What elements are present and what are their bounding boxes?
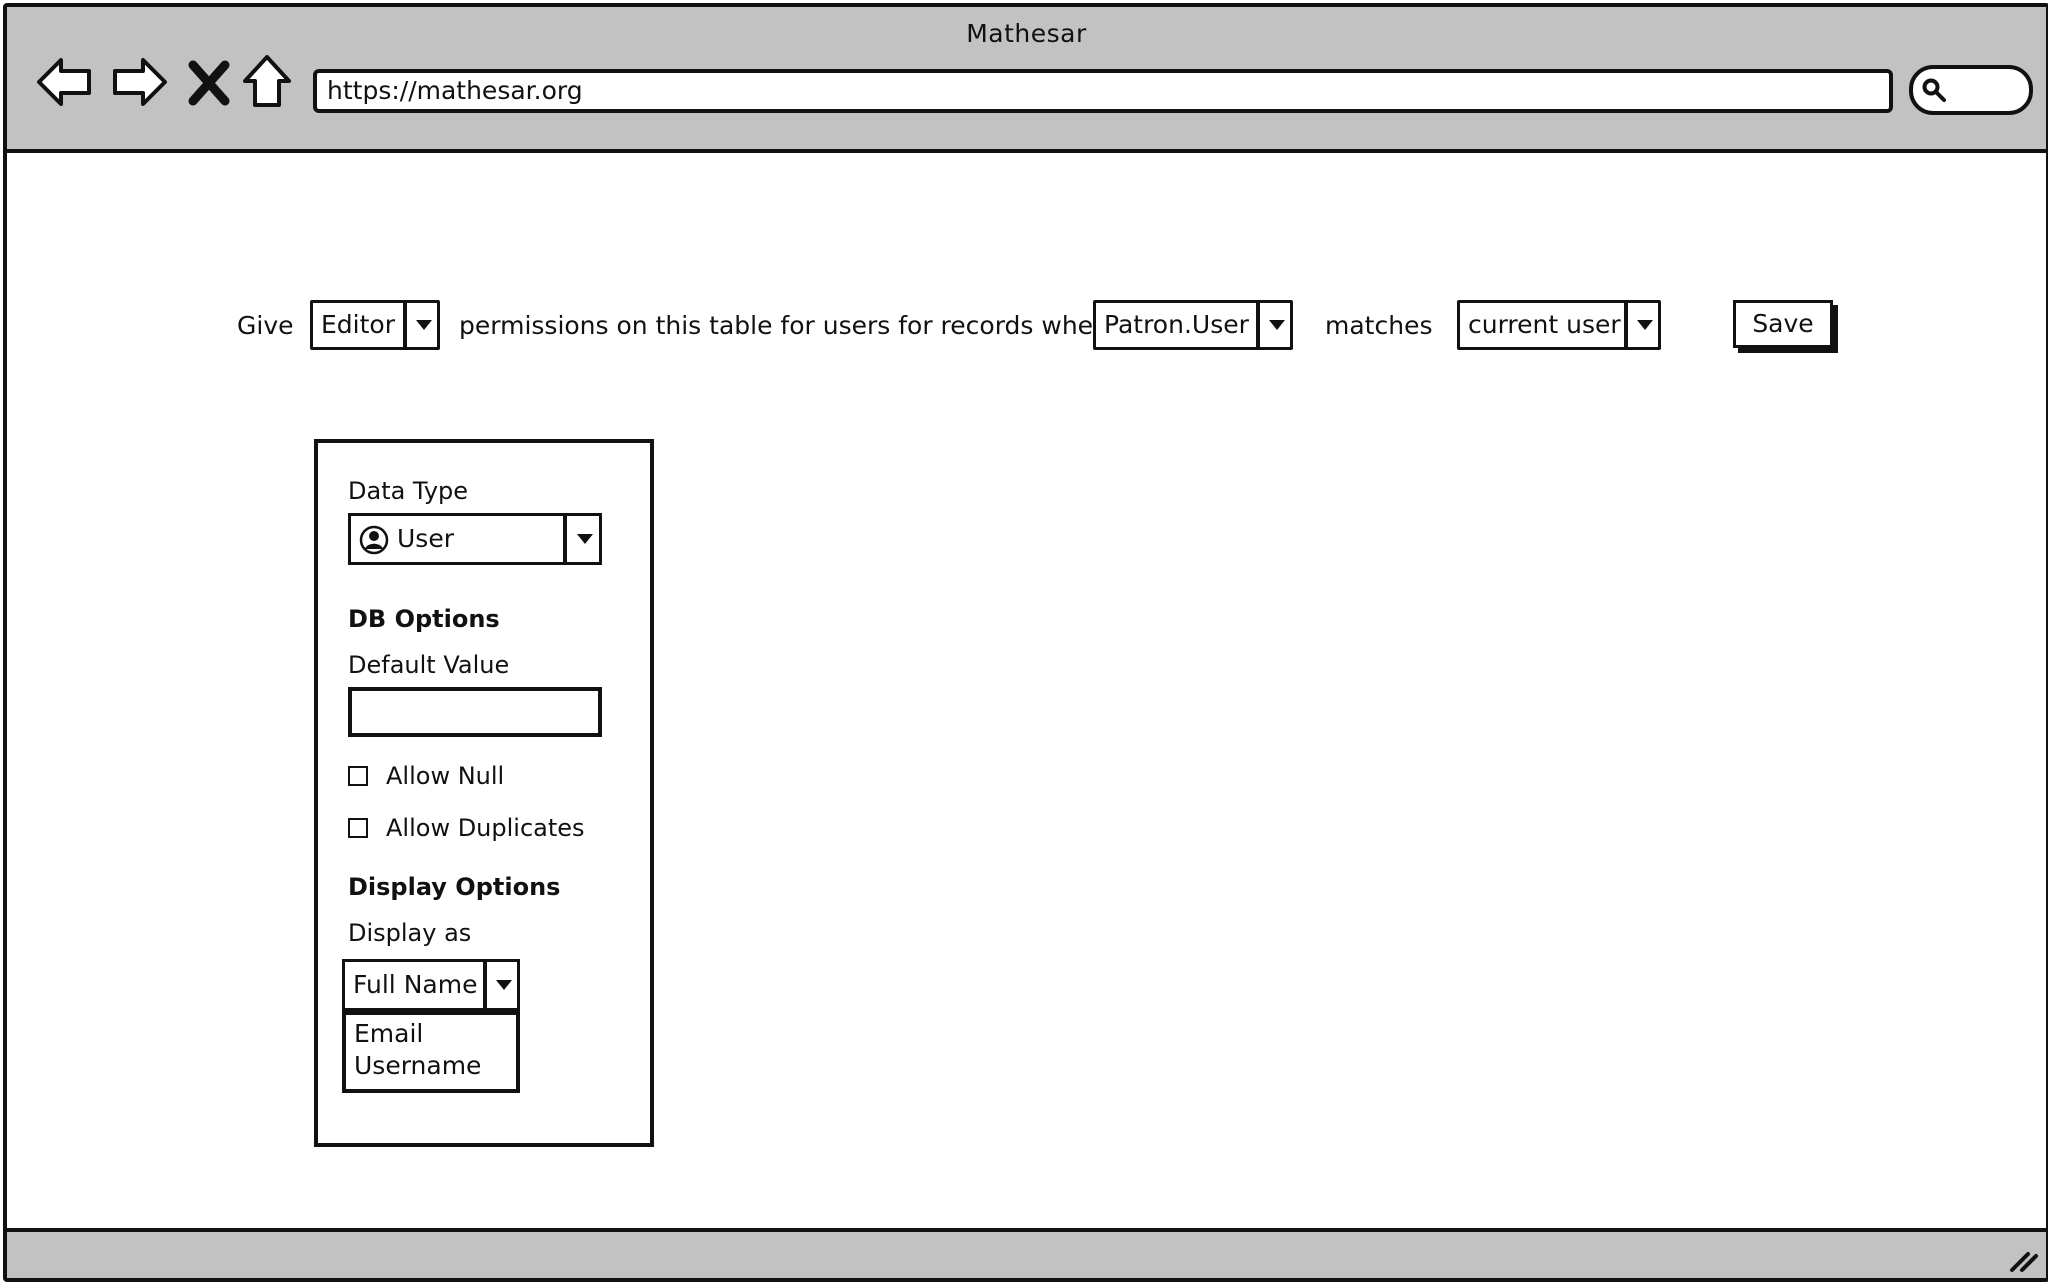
default-value-input[interactable] [348, 687, 602, 737]
data-type-select[interactable]: User [348, 513, 602, 565]
chevron-down-icon [403, 303, 437, 347]
role-select-value: Editor [321, 310, 395, 339]
save-button[interactable]: Save [1733, 300, 1833, 348]
display-as-dropdown: Email Username [342, 1011, 520, 1093]
browser-titlebar: Mathesar https://mathesar.org [7, 7, 2046, 153]
chevron-down-icon [483, 962, 517, 1008]
chevron-down-icon [1624, 303, 1658, 347]
allow-null-checkbox[interactable] [348, 766, 368, 786]
column-options-panel: Data Type User DB Options Default Value … [314, 439, 654, 1147]
display-as-label: Display as [348, 919, 472, 947]
back-icon[interactable] [31, 49, 97, 115]
data-type-value: User [397, 524, 454, 553]
address-bar[interactable]: https://mathesar.org [313, 69, 1893, 113]
allow-duplicates-checkbox[interactable] [348, 818, 368, 838]
display-as-select[interactable]: Full Name [342, 959, 520, 1011]
forward-icon[interactable] [107, 49, 173, 115]
allow-null-label: Allow Null [386, 762, 505, 790]
display-as-value: Full Name [353, 970, 478, 999]
data-type-label: Data Type [348, 477, 469, 505]
resize-grip-icon[interactable] [2006, 1240, 2040, 1274]
give-label: Give [237, 311, 294, 340]
browser-search-box[interactable] [1909, 65, 2033, 115]
allow-duplicates-label: Allow Duplicates [386, 814, 585, 842]
display-as-option-email[interactable]: Email [354, 1019, 423, 1049]
display-options-heading: Display Options [348, 873, 561, 901]
close-icon[interactable] [183, 49, 235, 115]
permission-description-text: permissions on this table for users for … [459, 311, 1119, 340]
user-icon [359, 525, 389, 555]
home-icon[interactable] [237, 49, 297, 115]
default-value-label: Default Value [348, 651, 510, 679]
display-as-option-username[interactable]: Username [354, 1051, 481, 1081]
status-bar [7, 1228, 2046, 1278]
match-value-select-value: current user [1468, 310, 1621, 339]
matches-label: matches [1325, 311, 1433, 340]
window-title: Mathesar [966, 19, 1087, 48]
column-select[interactable]: Patron.User [1093, 300, 1293, 350]
role-select[interactable]: Editor [310, 300, 440, 350]
chevron-down-icon [1256, 303, 1290, 347]
column-select-value: Patron.User [1104, 310, 1249, 339]
browser-window: Mathesar https://mathesar.org Give Edito… [3, 3, 2048, 1282]
chevron-down-icon [563, 516, 599, 562]
match-value-select[interactable]: current user [1457, 300, 1661, 350]
db-options-heading: DB Options [348, 605, 500, 633]
search-icon [1922, 78, 1946, 102]
